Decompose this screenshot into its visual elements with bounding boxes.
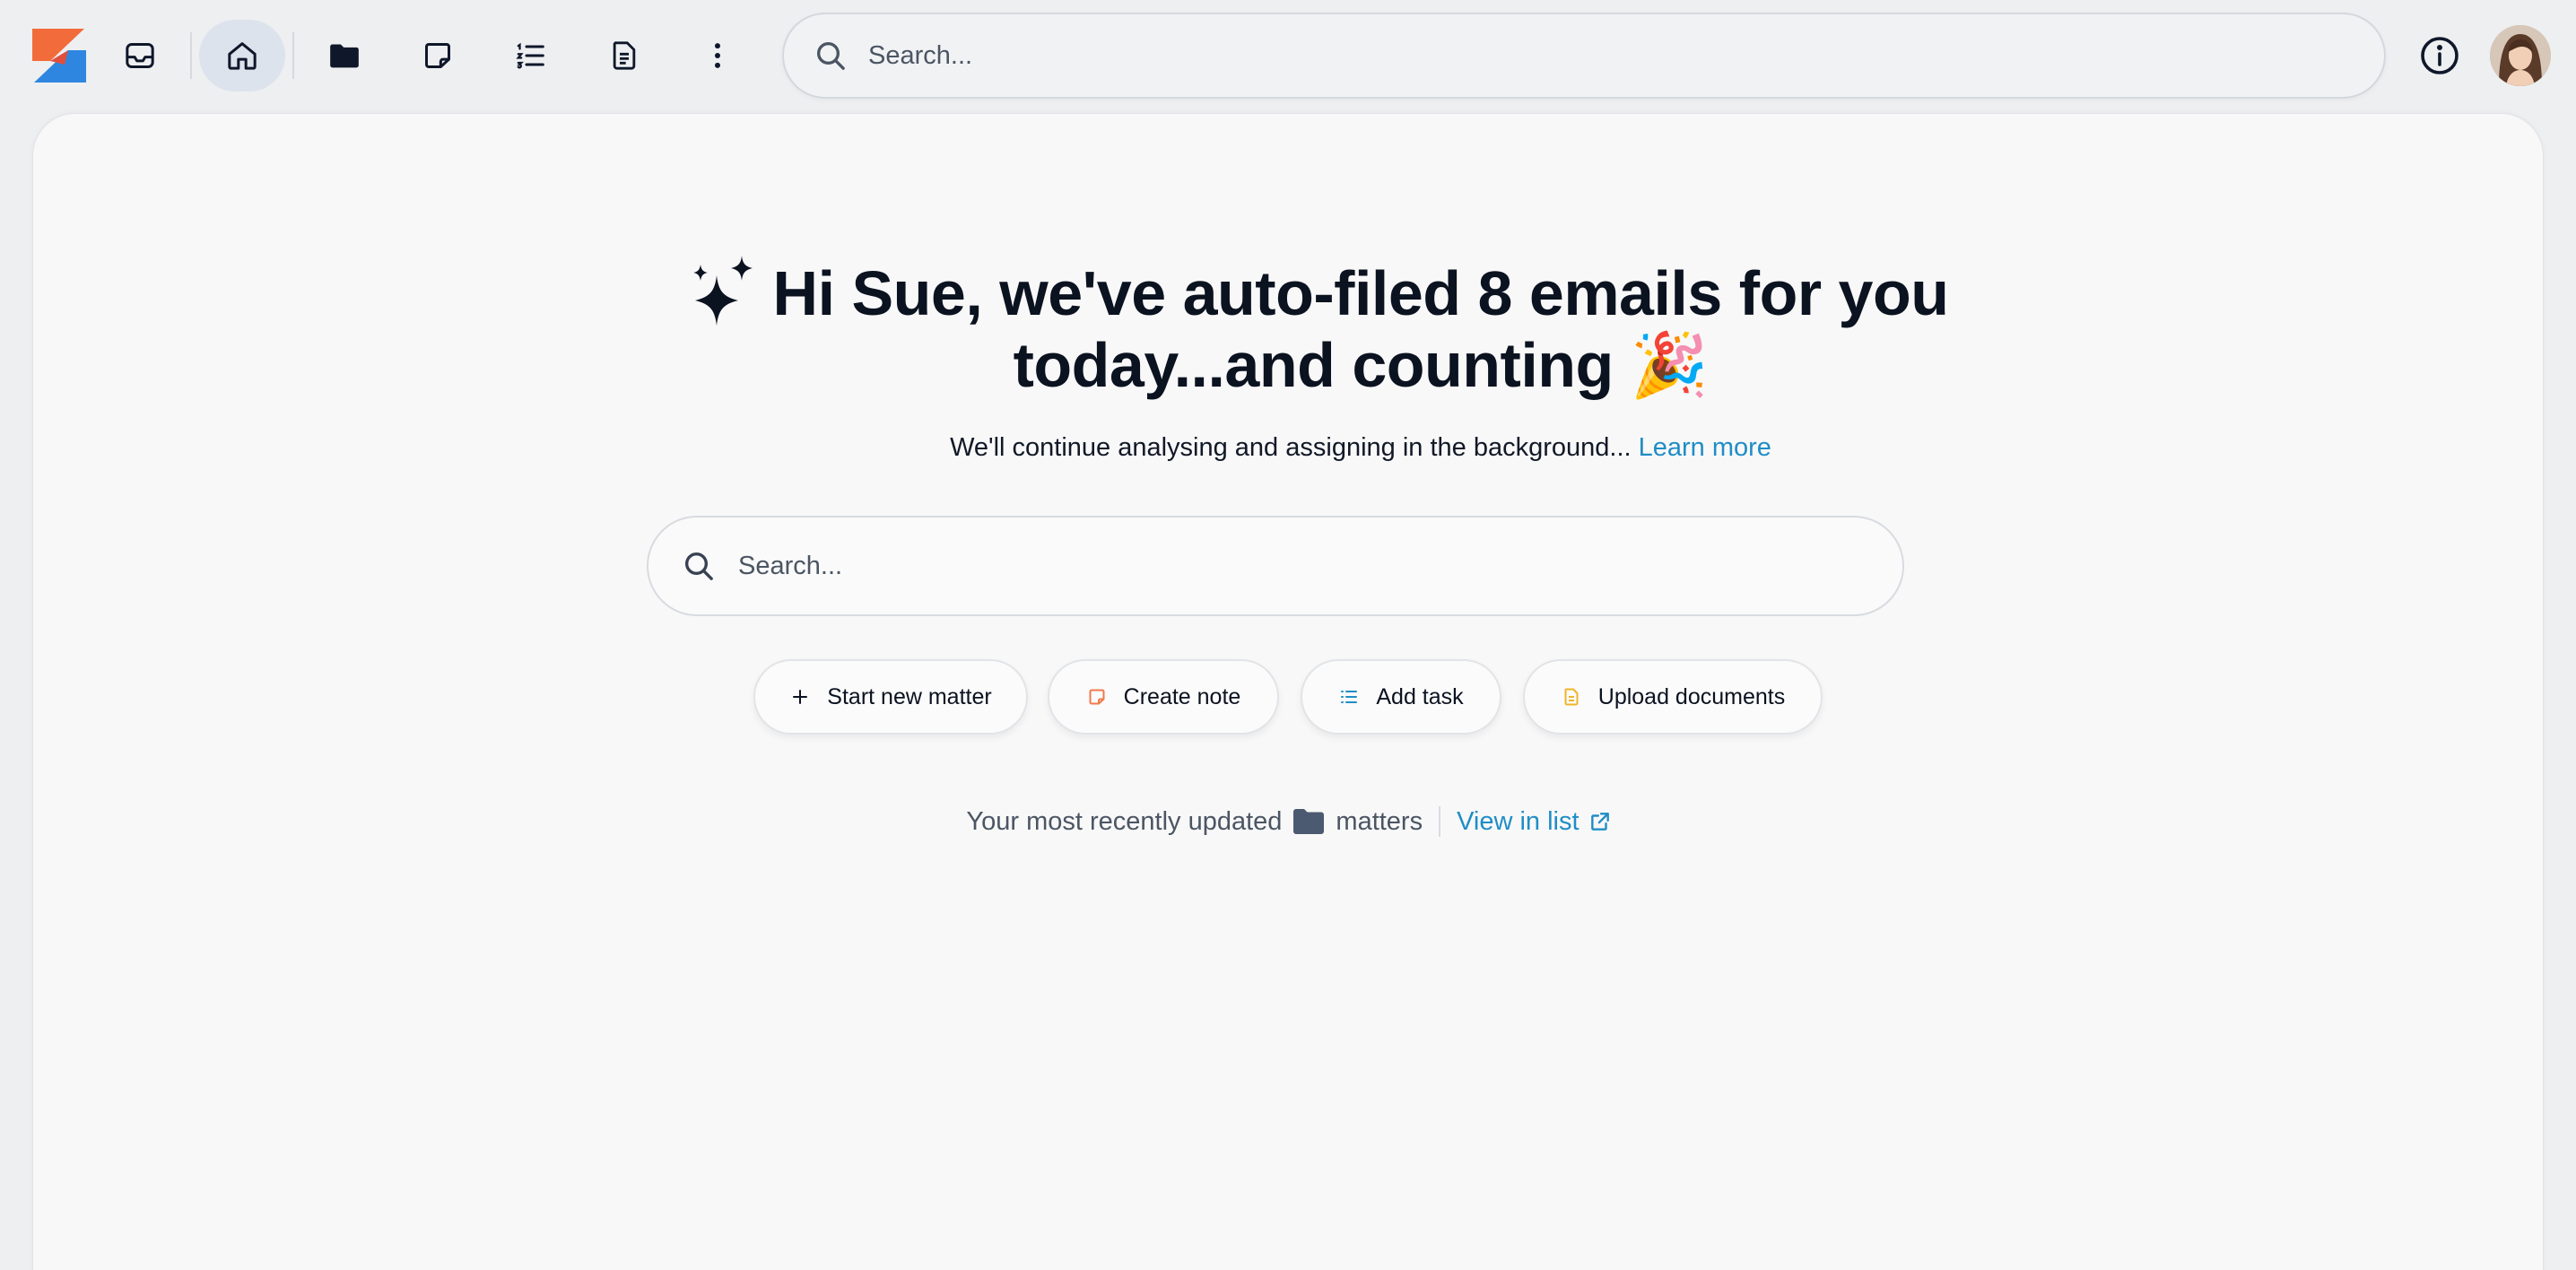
nav-divider (190, 32, 192, 79)
home-icon (228, 42, 257, 70)
inbox-icon (126, 43, 154, 68)
document-icon (1561, 686, 1582, 708)
nav-more-button[interactable] (674, 20, 761, 91)
nav-home-button[interactable] (199, 20, 285, 91)
upload-documents-label: Upload documents (1597, 683, 1786, 709)
learn-more-link[interactable]: Learn more (1639, 433, 1771, 462)
nav-inbox-button[interactable] (97, 20, 183, 91)
home-content-panel: Hi Sue, we've auto-filed 8 emails for yo… (32, 113, 2544, 1270)
global-search-bar[interactable] (782, 13, 2386, 99)
search-icon (685, 552, 713, 580)
add-task-label: Add task (1376, 683, 1464, 709)
view-in-list-link[interactable]: View in list (1457, 807, 1611, 837)
folder-icon (1293, 809, 1325, 834)
nav-notes-button[interactable] (395, 20, 481, 91)
task-list-icon (516, 42, 544, 69)
view-in-list-label: View in list (1457, 806, 1580, 836)
nav-matters-button[interactable] (301, 20, 387, 91)
create-note-label: Create note (1123, 683, 1241, 709)
nav-documents-button[interactable] (581, 20, 667, 91)
start-new-matter-label: Start new matter (827, 683, 992, 709)
app-logo[interactable] (29, 25, 90, 86)
welcome-heading: Hi Sue, we've auto-filed 8 emails for yo… (772, 258, 1949, 400)
subtitle-text: We'll continue analysing and assigning i… (950, 433, 1632, 462)
welcome-subtitle: We'll continue analysing and assigning i… (661, 433, 2060, 463)
top-navigation-bar (0, 0, 2576, 111)
nav-divider (292, 32, 294, 79)
home-search-bar[interactable] (647, 516, 1904, 616)
user-avatar[interactable] (2490, 25, 2551, 86)
recent-matters-header: Your most recently updated matters View … (33, 806, 2545, 837)
document-icon (613, 41, 636, 70)
global-search-input[interactable] (868, 40, 2303, 71)
more-vertical-icon (715, 43, 720, 68)
create-note-button[interactable]: Create note (1048, 659, 1279, 735)
recent-divider (1439, 806, 1441, 837)
search-icon (817, 42, 845, 70)
quick-actions: Start new matter Create note Add task Up… (33, 659, 2545, 735)
note-icon (425, 43, 450, 68)
recent-entity: matters (1336, 806, 1423, 836)
recent-prefix: Your most recently updated (966, 806, 1283, 836)
note-icon (1086, 686, 1108, 708)
plus-icon (789, 686, 811, 708)
add-task-button[interactable]: Add task (1301, 659, 1501, 735)
upload-documents-button[interactable]: Upload documents (1523, 659, 1823, 735)
nav-tasks-button[interactable] (488, 20, 574, 91)
external-link-icon (1590, 813, 1609, 831)
start-new-matter-button[interactable]: Start new matter (753, 659, 1028, 735)
folder-icon (330, 44, 359, 68)
info-icon[interactable] (2418, 34, 2461, 77)
task-list-icon (1338, 686, 1360, 708)
home-search-input[interactable] (738, 551, 1859, 581)
